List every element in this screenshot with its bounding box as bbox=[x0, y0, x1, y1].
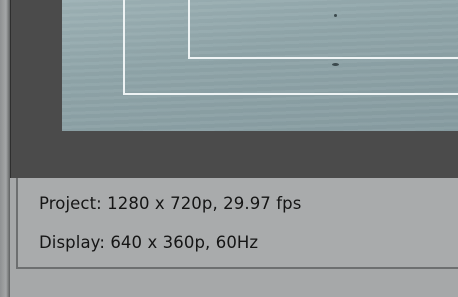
monitor-viewer bbox=[10, 0, 458, 178]
monitor-info-panel: Project: 1280 x 720p, 29.97 fps Display:… bbox=[16, 178, 458, 269]
program-monitor-panel: Project: 1280 x 720p, 29.97 fps Display:… bbox=[0, 0, 458, 297]
display-settings-text: Display: 640 x 360p, 60Hz bbox=[39, 233, 259, 252]
project-settings-text: Project: 1280 x 720p, 29.97 fps bbox=[39, 194, 302, 213]
panel-bottom-strip bbox=[10, 269, 458, 297]
title-safe-margin bbox=[188, 0, 458, 59]
panel-left-edge bbox=[0, 0, 10, 297]
